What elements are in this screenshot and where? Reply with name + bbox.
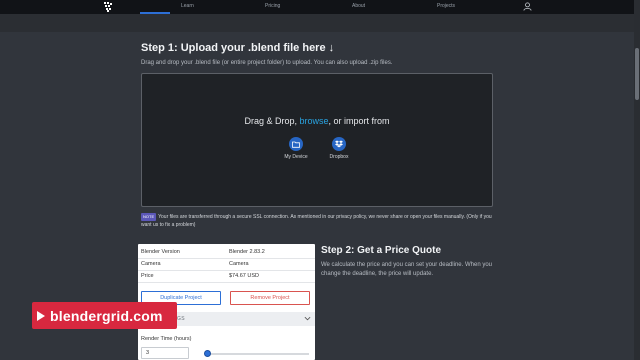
hero-accent-line	[140, 12, 170, 14]
ssl-note: NOTE Your files are transferred through a…	[141, 213, 501, 229]
hero-strip	[0, 14, 640, 32]
render-time-label: Render Time (hours)	[141, 336, 192, 342]
scrollbar[interactable]	[634, 0, 640, 360]
nav-link-learn[interactable]: Learn	[181, 3, 194, 9]
user-icon[interactable]	[523, 2, 532, 11]
dropzone-text: Drag & Drop, browse, or import from	[142, 116, 492, 126]
source-my-device[interactable]: My Device	[276, 137, 316, 160]
blendergrid-logo-icon[interactable]	[104, 2, 113, 12]
watermark-text: blendergrid.com	[50, 307, 163, 324]
row-label-camera: Camera	[141, 261, 161, 267]
row-value-price: $74.67 USD	[229, 273, 259, 279]
divider	[138, 270, 315, 271]
blendergrid-watermark: blendergrid.com	[32, 302, 177, 329]
folder-icon	[289, 137, 303, 151]
render-time-input[interactable]: 3	[141, 347, 189, 359]
divider	[138, 282, 315, 283]
nav-link-pricing[interactable]: Pricing	[265, 3, 280, 9]
upload-dropzone[interactable]: Drag & Drop, browse, or import from My D…	[141, 73, 493, 207]
row-label-price: Price	[141, 273, 154, 279]
top-navbar: Learn Pricing About Projects	[0, 0, 640, 14]
remove-project-button[interactable]: Remove Project	[230, 291, 310, 305]
chevron-down-icon	[304, 316, 311, 321]
render-time-slider-track[interactable]	[205, 353, 309, 355]
divider	[138, 258, 315, 259]
scrollbar-thumb[interactable]	[635, 48, 639, 100]
dropbox-icon	[332, 137, 346, 151]
note-text: Your files are transferred through a sec…	[141, 214, 492, 228]
step2-title: Step 2: Get a Price Quote	[321, 245, 442, 256]
source-my-device-label: My Device	[284, 154, 308, 160]
note-badge: NOTE	[141, 213, 157, 221]
step1-subtitle: Drag and drop your .blend file (or entir…	[141, 60, 393, 66]
row-value-blender-version: Blender 2.83.2	[229, 249, 265, 255]
source-dropbox-label: Dropbox	[329, 154, 349, 160]
dropzone-text-after: , or import from	[328, 116, 390, 126]
nav-link-projects[interactable]: Projects	[437, 3, 455, 9]
step2-description: We calculate the price and you can set y…	[321, 262, 492, 277]
row-label-blender-version: Blender Version	[141, 249, 180, 255]
render-time-slider-thumb[interactable]	[204, 350, 211, 357]
source-dropbox[interactable]: Dropbox	[319, 137, 359, 160]
browse-link[interactable]: browse	[300, 116, 329, 126]
step1-title: Step 1: Upload your .blend file here ↓	[141, 42, 335, 54]
dropzone-text-before: Drag & Drop,	[244, 116, 300, 126]
row-value-camera: Camera	[229, 261, 249, 267]
play-icon	[37, 310, 45, 321]
nav-link-about[interactable]: About	[352, 3, 365, 9]
